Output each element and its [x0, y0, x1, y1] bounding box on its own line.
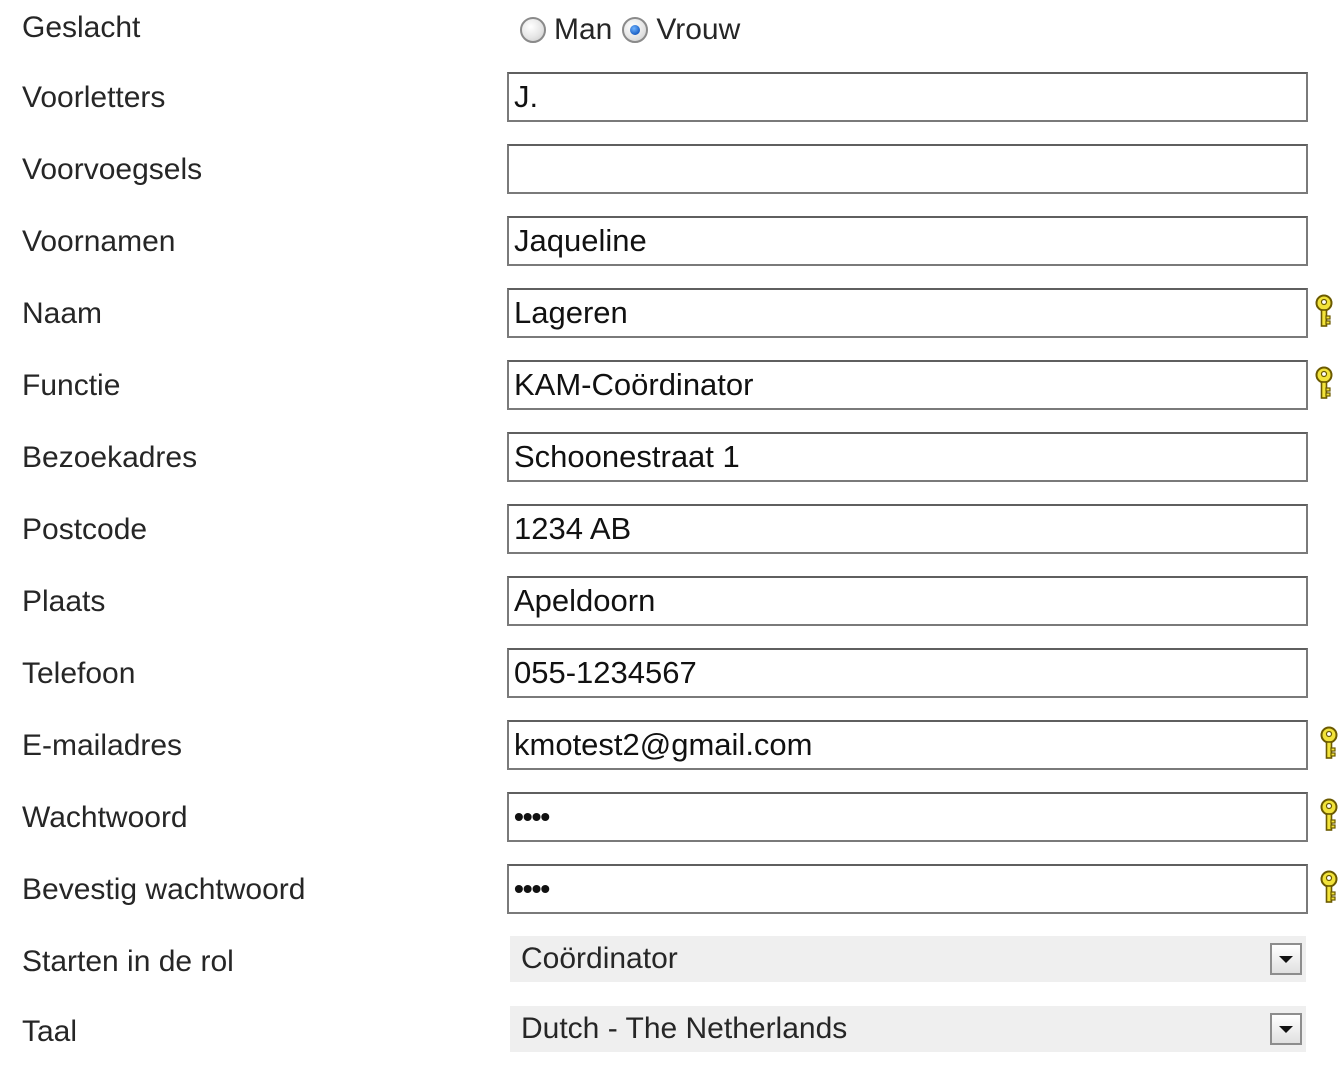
key-icon: [1320, 726, 1338, 759]
postcode-label: Postcode: [22, 513, 148, 546]
language-select[interactable]: Dutch - The Netherlands: [510, 1006, 1306, 1052]
email-label: E-mailadres: [22, 729, 183, 762]
visit-address-row: Bezoekadres Schoonestraat 1: [0, 432, 1340, 504]
confirm-password-row: Bevestig wachtwoord ••••: [0, 864, 1340, 936]
language-row: Taal Dutch - The Netherlands: [0, 1006, 1340, 1078]
postcode-field[interactable]: 1234 AB: [507, 504, 1308, 554]
visit-address-field[interactable]: Schoonestraat 1: [507, 432, 1308, 482]
language-selected: Dutch - The Netherlands: [521, 1012, 848, 1045]
last-name-field[interactable]: Lageren: [507, 288, 1308, 338]
gender-man-label[interactable]: Man: [554, 8, 612, 52]
language-label: Taal: [22, 1015, 78, 1048]
city-row: Plaats Apeldoorn: [0, 576, 1340, 648]
first-names-field[interactable]: Jaqueline: [507, 216, 1308, 266]
email-field[interactable]: kmotest2@gmail.com: [507, 720, 1308, 770]
function-field[interactable]: KAM-Coördinator: [507, 360, 1308, 410]
start-role-selected: Coördinator: [521, 942, 678, 975]
function-row: Functie KAM-Coördinator: [0, 360, 1340, 432]
key-icon: [1320, 798, 1338, 831]
gender-row: Geslacht Man Vrouw: [0, 4, 1340, 76]
email-row: E-mailadres kmotest2@gmail.com: [0, 720, 1340, 792]
first-names-row: Voornamen Jaqueline: [0, 216, 1340, 288]
confirm-password-field[interactable]: ••••: [507, 864, 1308, 914]
gender-man-radio[interactable]: [520, 17, 546, 43]
last-name-row: Naam Lageren: [0, 288, 1340, 360]
last-name-label: Naam: [22, 297, 103, 330]
gender-vrouw-label[interactable]: Vrouw: [656, 8, 740, 52]
phone-field[interactable]: 055-1234567: [507, 648, 1308, 698]
key-icon: [1315, 294, 1333, 327]
key-icon: [1320, 870, 1338, 903]
start-role-select[interactable]: Coördinator: [510, 936, 1306, 982]
chevron-down-icon[interactable]: [1270, 1013, 1302, 1045]
first-names-label: Voornamen: [22, 225, 176, 258]
postcode-row: Postcode 1234 AB: [0, 504, 1340, 576]
visit-address-label: Bezoekadres: [22, 441, 198, 474]
prefixes-row: Voorvoegsels: [0, 144, 1340, 216]
password-field[interactable]: ••••: [507, 792, 1308, 842]
gender-label: Geslacht: [22, 11, 141, 44]
prefixes-field[interactable]: [507, 144, 1308, 194]
password-label: Wachtwoord: [22, 801, 188, 834]
key-icon: [1315, 366, 1333, 399]
initials-field[interactable]: J.: [507, 72, 1308, 122]
city-label: Plaats: [22, 585, 106, 618]
chevron-down-icon[interactable]: [1270, 943, 1302, 975]
gender-vrouw-radio[interactable]: [622, 17, 649, 43]
initials-row: Voorletters J.: [0, 72, 1340, 144]
start-role-label: Starten in de rol: [22, 945, 234, 978]
initials-label: Voorletters: [22, 81, 166, 114]
gender-radio-group: Man Vrouw: [520, 8, 750, 52]
password-row: Wachtwoord ••••: [0, 792, 1340, 864]
city-field[interactable]: Apeldoorn: [507, 576, 1308, 626]
prefixes-label: Voorvoegsels: [22, 153, 203, 186]
phone-label: Telefoon: [22, 657, 136, 690]
phone-row: Telefoon 055-1234567: [0, 648, 1340, 720]
confirm-password-label: Bevestig wachtwoord: [22, 873, 306, 906]
function-label: Functie: [22, 369, 121, 402]
start-role-row: Starten in de rol Coördinator: [0, 936, 1340, 1008]
